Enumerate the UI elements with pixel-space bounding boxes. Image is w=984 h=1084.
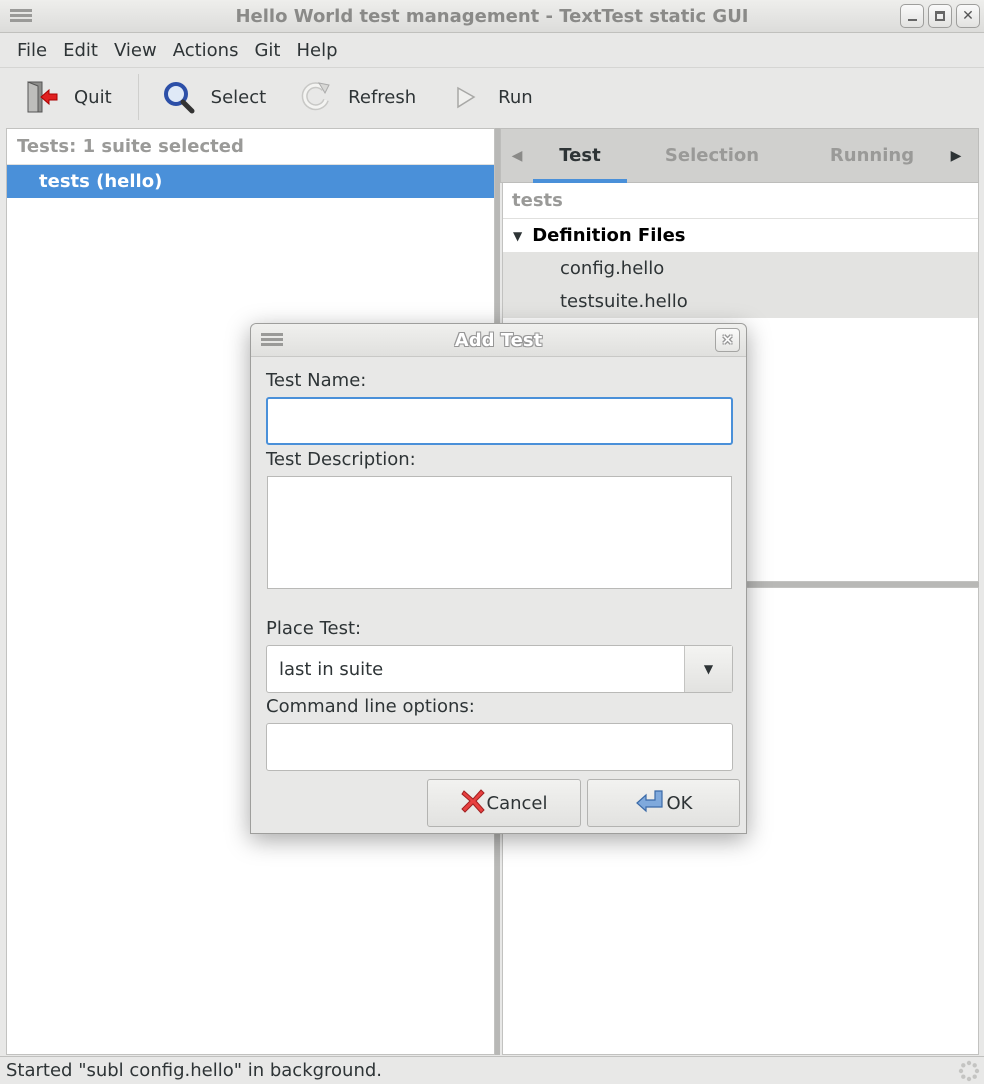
tab-selection-label: Selection	[664, 145, 760, 166]
test-tree-row-label: tests (hello)	[39, 171, 163, 192]
select-label: Select	[210, 86, 267, 108]
place-test-value: last in suite	[279, 658, 384, 680]
expander-down-icon[interactable]: ▼	[513, 229, 522, 243]
refresh-button[interactable]: Refresh	[298, 79, 416, 115]
dropdown-arrow-icon[interactable]: ▼	[684, 646, 732, 692]
enter-arrow-icon	[635, 788, 665, 819]
file-item[interactable]: testsuite.hello	[503, 285, 978, 318]
add-test-dialog: Add Test ✕ Test Name: Test Description: …	[250, 323, 747, 834]
tree-group-label: Definition Files	[532, 225, 686, 246]
test-description-label: Test Description:	[266, 449, 416, 470]
tab-running[interactable]: Running	[797, 128, 947, 183]
test-tree-header[interactable]: Tests: 1 suite selected	[7, 129, 494, 165]
statusbar: Started "subl config.hello" in backgroun…	[0, 1056, 984, 1084]
command-line-input[interactable]	[266, 723, 733, 771]
command-line-label: Command line options:	[266, 696, 475, 717]
tab-test-label: Test	[559, 145, 601, 166]
select-button[interactable]: Select	[161, 79, 267, 115]
test-tree-row[interactable]: tests (hello)	[7, 165, 494, 198]
minimize-icon	[907, 19, 917, 21]
window-titlebar: Hello World test management - TextTest s…	[0, 0, 984, 33]
dialog-titlebar[interactable]: Add Test ✕	[251, 324, 746, 357]
maximize-button[interactable]	[928, 4, 952, 28]
play-icon	[448, 79, 484, 115]
close-icon: ✕	[721, 331, 734, 349]
magnifier-icon	[161, 79, 197, 115]
place-test-combo[interactable]: last in suite ▼	[266, 645, 733, 693]
close-button[interactable]: ✕	[956, 4, 980, 28]
run-button[interactable]: Run	[448, 79, 533, 115]
tab-scroll-left-icon[interactable]: ◀	[501, 148, 533, 164]
quit-label: Quit	[74, 86, 112, 108]
menu-actions[interactable]: Actions	[165, 40, 247, 61]
maximize-icon	[935, 11, 945, 21]
exit-door-icon	[24, 79, 60, 115]
file-item[interactable]: config.hello	[503, 252, 978, 285]
cancel-label: Cancel	[486, 792, 548, 814]
test-name-input[interactable]	[266, 397, 733, 445]
toolbar: Quit Select Refresh Run	[0, 68, 984, 126]
file-tree-header[interactable]: tests	[503, 183, 978, 219]
tab-test[interactable]: Test	[533, 128, 627, 183]
cancel-button[interactable]: Cancel	[427, 779, 581, 827]
tree-group-definition-files[interactable]: ▼ Definition Files	[503, 219, 978, 252]
tab-scroll-right-icon[interactable]: ▶	[940, 148, 972, 164]
file-item-label: config.hello	[560, 258, 665, 279]
menu-help[interactable]: Help	[288, 40, 345, 61]
file-item-label: testsuite.hello	[560, 291, 688, 312]
tab-running-label: Running	[829, 145, 915, 166]
place-test-label: Place Test:	[266, 618, 362, 639]
close-icon: ✕	[962, 8, 974, 24]
dialog-menu-icon[interactable]	[261, 333, 283, 348]
ok-label: OK	[666, 792, 693, 814]
dialog-title: Add Test	[454, 329, 543, 351]
toolbar-separator	[137, 74, 139, 120]
quit-button[interactable]: Quit	[24, 79, 112, 115]
menu-edit[interactable]: Edit	[55, 40, 106, 61]
menubar: File Edit View Actions Git Help	[0, 33, 984, 68]
ok-button[interactable]: OK	[587, 779, 740, 827]
info-tabs: ◀ Test Selection Running ▶	[500, 128, 979, 183]
minimize-button[interactable]	[900, 4, 924, 28]
window-menu-icon[interactable]	[10, 9, 32, 23]
status-message: Started "subl config.hello" in backgroun…	[6, 1060, 383, 1081]
refresh-icon	[298, 79, 334, 115]
window-title: Hello World test management - TextTest s…	[235, 5, 749, 27]
run-label: Run	[498, 86, 533, 108]
busy-spinner-icon	[958, 1060, 980, 1082]
refresh-label: Refresh	[348, 86, 417, 108]
test-description-textarea[interactable]	[267, 476, 732, 589]
menu-file[interactable]: File	[9, 40, 55, 61]
cancel-x-icon	[460, 788, 485, 819]
test-name-label: Test Name:	[266, 370, 367, 391]
tab-selection[interactable]: Selection	[627, 128, 797, 183]
menu-git[interactable]: Git	[246, 40, 288, 61]
menu-view[interactable]: View	[106, 40, 165, 61]
dialog-close-button[interactable]: ✕	[715, 328, 740, 352]
